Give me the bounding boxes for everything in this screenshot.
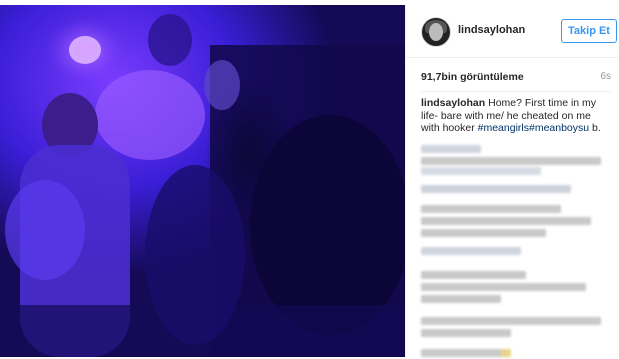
blurred-comment-row bbox=[421, 205, 561, 213]
blurred-comment-row bbox=[421, 167, 541, 175]
blurred-comment-row bbox=[421, 229, 546, 237]
instagram-post-window: lindsaylohan Takip Et 91,7bin görüntülem… bbox=[0, 0, 619, 359]
caption-username[interactable]: lindsaylohan bbox=[421, 97, 485, 109]
blurred-comment-row bbox=[421, 217, 591, 225]
username-link[interactable]: lindsaylohan bbox=[458, 24, 525, 36]
blurred-comment-row bbox=[421, 157, 601, 165]
video-overlay[interactable] bbox=[0, 5, 405, 357]
view-count: 91,7bin görüntüleme bbox=[421, 71, 524, 83]
blurred-emoji bbox=[501, 349, 511, 357]
post-video[interactable] bbox=[0, 5, 405, 357]
hashtag-link[interactable]: #meangirls bbox=[478, 122, 529, 134]
caption-tail: b. bbox=[592, 122, 601, 134]
blurred-comment-row bbox=[421, 329, 511, 337]
blurred-comment-row bbox=[421, 283, 586, 291]
blurred-comment-row bbox=[421, 349, 506, 357]
avatar-face bbox=[429, 23, 443, 41]
blurred-comment-row bbox=[421, 247, 521, 255]
post-header: lindsaylohan Takip Et bbox=[406, 5, 619, 58]
post-stats: 91,7bin görüntüleme 6s bbox=[421, 71, 611, 83]
blurred-comment-row bbox=[421, 317, 601, 325]
blurred-comment-row bbox=[421, 295, 501, 303]
blurred-comment-row bbox=[421, 145, 481, 153]
blurred-comment-row bbox=[421, 185, 571, 193]
follow-button[interactable]: Takip Et bbox=[561, 19, 617, 43]
divider bbox=[421, 91, 611, 92]
post-timestamp[interactable]: 6s bbox=[600, 71, 611, 82]
post-detail-panel: lindsaylohan Takip Et 91,7bin görüntülem… bbox=[405, 5, 619, 357]
hashtag-link[interactable]: #meanboysu bbox=[529, 122, 589, 134]
blurred-comments bbox=[421, 143, 611, 358]
blurred-comment-row bbox=[421, 271, 526, 279]
avatar[interactable] bbox=[421, 17, 451, 47]
post-caption: lindsaylohan Home? First time in my life… bbox=[421, 97, 601, 135]
